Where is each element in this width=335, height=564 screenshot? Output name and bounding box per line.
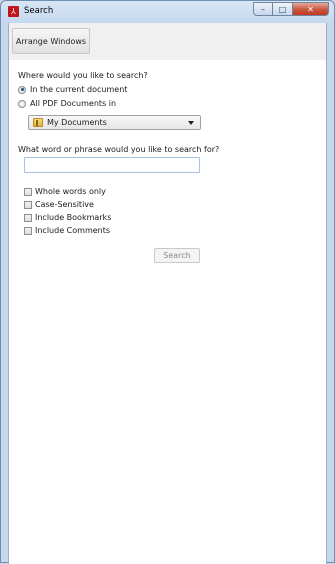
radio-label: All PDF Documents in — [30, 99, 117, 108]
toolbar: Arrange Windows — [9, 23, 326, 60]
title-bar[interactable]: ⅄ Search – □ ✕ — [1, 1, 334, 23]
radio-button[interactable] — [18, 99, 26, 108]
maximize-icon: □ — [278, 4, 287, 14]
checkbox-label: Include Comments — [35, 226, 111, 235]
checkbox-label: Case-Sensitive — [35, 200, 94, 209]
option-whole-words[interactable]: Whole words only — [24, 187, 106, 196]
search-button[interactable]: Search — [154, 248, 200, 263]
location-selected: My Documents — [47, 118, 107, 127]
search-input[interactable] — [24, 157, 200, 173]
adobe-acrobat-icon: ⅄ — [8, 6, 19, 17]
checkbox[interactable] — [24, 187, 32, 196]
search-panel: Arrange Windows Where would you like to … — [8, 23, 327, 564]
location-dropdown[interactable]: My Documents — [28, 115, 201, 130]
minimize-icon: – — [261, 4, 265, 14]
folder-icon — [33, 118, 43, 127]
radio-current-document[interactable]: In the current document — [18, 85, 127, 94]
maximize-button[interactable]: □ — [273, 2, 293, 16]
chevron-down-icon — [188, 120, 194, 125]
checkbox-label: Whole words only — [35, 187, 106, 196]
option-include-bookmarks[interactable]: Include Bookmarks — [24, 213, 111, 222]
radio-button-selected[interactable] — [18, 85, 26, 94]
arrange-windows-button[interactable]: Arrange Windows — [12, 28, 90, 54]
checkbox[interactable] — [24, 200, 32, 209]
radio-label: In the current document — [30, 85, 128, 94]
option-include-comments[interactable]: Include Comments — [24, 226, 110, 235]
checkbox-label: Include Bookmarks — [35, 213, 112, 222]
minimize-button[interactable]: – — [253, 2, 273, 16]
window-controls: – □ ✕ — [253, 2, 329, 16]
checkbox[interactable] — [24, 226, 32, 235]
search-scope-question: Where would you like to search? — [18, 71, 148, 80]
search-phrase-question: What word or phrase would you like to se… — [18, 145, 220, 154]
checkbox[interactable] — [24, 213, 32, 222]
search-window: ⅄ Search – □ ✕ Arrange Windows Where wou… — [0, 0, 335, 564]
close-icon: ✕ — [307, 4, 314, 14]
radio-all-pdf-documents[interactable]: All PDF Documents in — [18, 99, 116, 108]
option-case-sensitive[interactable]: Case-Sensitive — [24, 200, 94, 209]
window-title: Search — [24, 6, 54, 16]
close-button[interactable]: ✕ — [293, 2, 329, 16]
